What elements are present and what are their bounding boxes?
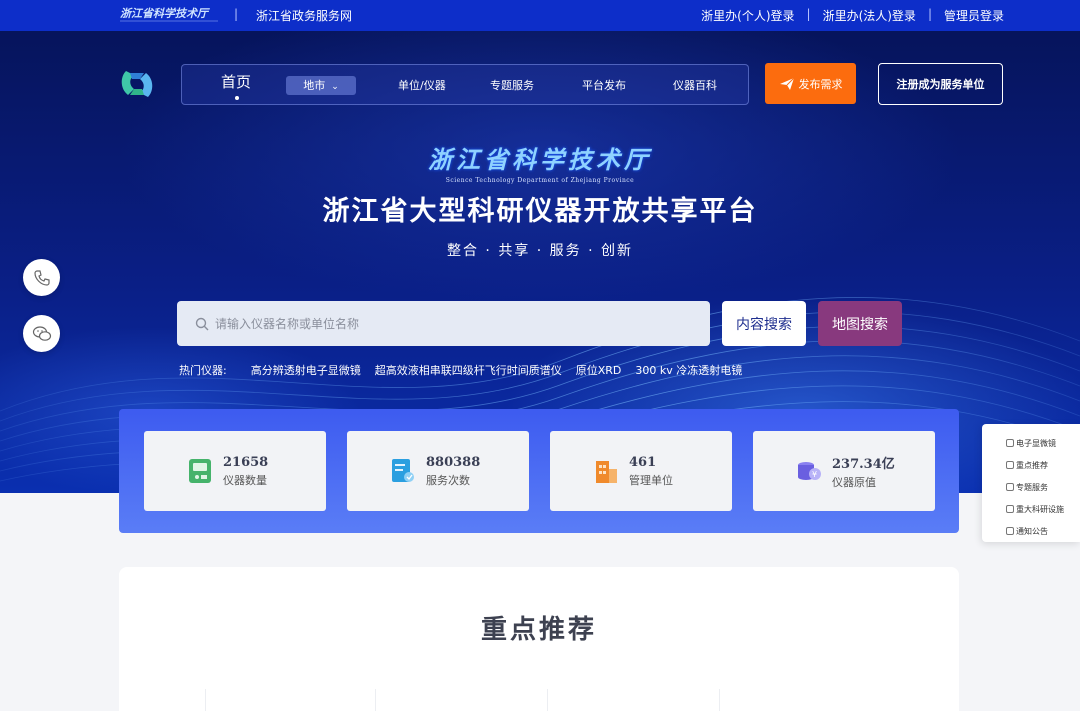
active-indicator bbox=[235, 96, 239, 100]
search-icon bbox=[195, 317, 209, 330]
divider bbox=[719, 689, 720, 711]
nav-home-label: 首页 bbox=[221, 73, 252, 91]
quick-nav-topics[interactable]: 专题服务 bbox=[982, 476, 1080, 498]
stat-label: 服务次数 bbox=[426, 473, 470, 487]
topbar-divider: | bbox=[234, 7, 239, 21]
nav-item-wiki[interactable]: 仪器百科 bbox=[673, 65, 717, 106]
stat-label: 管理单位 bbox=[629, 473, 673, 487]
facility-icon bbox=[1006, 505, 1014, 513]
hot-label: 热门仪器: bbox=[179, 364, 227, 377]
stat-card-services[interactable]: 880388 服务次数 bbox=[347, 431, 529, 511]
divider bbox=[547, 689, 548, 711]
slogan: 整合 · 共享 · 服务 · 创新 bbox=[446, 243, 634, 259]
nav-item-units[interactable]: 单位/仪器 bbox=[398, 65, 446, 106]
search-bar bbox=[177, 301, 710, 346]
section-title: 重点推荐 bbox=[480, 615, 597, 645]
star-icon bbox=[1006, 461, 1014, 469]
publish-demand-label: 发布需求 bbox=[798, 77, 843, 91]
quick-nav-label: 通知公告 bbox=[1016, 526, 1048, 536]
nav-home[interactable]: 首页 bbox=[221, 65, 251, 106]
page-title: 浙江省大型科研仪器开放共享平台 bbox=[322, 196, 758, 227]
quick-nav-label: 电子显微镜 bbox=[1016, 438, 1056, 448]
govnet-link[interactable]: 浙江省政务服务网 bbox=[256, 7, 352, 24]
login-admin-link[interactable]: 管理员登录 bbox=[944, 7, 1004, 24]
send-icon bbox=[779, 77, 794, 90]
hot-item-cryo-em[interactable]: 300 kv 冷冻透射电镜 bbox=[635, 362, 742, 378]
stat-card-units[interactable]: 461 管理单位 bbox=[550, 431, 732, 511]
gov-logo-text: 浙江省科学技术厅 bbox=[120, 7, 210, 20]
divider bbox=[205, 689, 206, 711]
top-bar: 浙江省科学技术厅 | 浙江省政务服务网 浙里办(个人)登录 | 浙里办(法人)登… bbox=[0, 0, 1080, 31]
quick-nav-notices[interactable]: 通知公告 bbox=[982, 520, 1080, 542]
microscope-icon bbox=[1006, 439, 1014, 447]
hot-item-xrd[interactable]: 原位XRD bbox=[576, 362, 622, 378]
register-service-unit-button[interactable]: 注册成为服务单位 bbox=[878, 63, 1003, 105]
stat-value: 880388 bbox=[426, 454, 481, 470]
stat-value: 21658 bbox=[223, 454, 269, 470]
quick-nav-panel: 电子显微镜 重点推荐 专题服务 重大科研设施 通知公告 bbox=[982, 424, 1080, 542]
login-personal-link[interactable]: 浙里办(个人)登录 bbox=[701, 7, 794, 24]
stat-value: 461 bbox=[629, 454, 657, 470]
hot-instruments: 热门仪器: 高分辨透射电子显微镜 超高效液相串联四级杆飞行时间质谱仪 原位XRD… bbox=[179, 362, 756, 378]
search-input[interactable] bbox=[215, 316, 695, 331]
hot-item-tem[interactable]: 高分辨透射电子显微镜 bbox=[251, 362, 361, 378]
login-legal-link[interactable]: 浙里办(法人)登录 bbox=[823, 7, 916, 24]
phone-button[interactable] bbox=[23, 259, 60, 296]
instrument-icon bbox=[189, 459, 211, 483]
wechat-button[interactable] bbox=[23, 315, 60, 352]
service-icon bbox=[1006, 483, 1014, 491]
login-links: 浙里办(个人)登录 | 浙里办(法人)登录 | 管理员登录 bbox=[701, 7, 1004, 24]
stat-value: 237.34亿 bbox=[832, 456, 895, 472]
recommend-section: 重点推荐 bbox=[119, 567, 959, 711]
map-search-button[interactable]: 地图搜索 bbox=[818, 301, 902, 346]
coins-icon: ¥ bbox=[798, 462, 821, 480]
notice-icon bbox=[1006, 527, 1014, 535]
publish-demand-button[interactable]: 发布需求 bbox=[765, 63, 856, 104]
nav-item-topics[interactable]: 专题服务 bbox=[490, 65, 534, 106]
quick-nav-facilities[interactable]: 重大科研设施 bbox=[982, 498, 1080, 520]
divider bbox=[375, 689, 376, 711]
gov-logo[interactable]: 浙江省科学技术厅 bbox=[120, 6, 222, 25]
content-search-button[interactable]: 内容搜索 bbox=[722, 301, 806, 346]
stat-card-instruments[interactable]: 21658 仪器数量 bbox=[144, 431, 326, 511]
phone-icon bbox=[33, 269, 50, 286]
dept-calligraphy-logo: 浙江省科学技术厅 bbox=[428, 145, 652, 174]
quick-nav-label: 重大科研设施 bbox=[1016, 504, 1064, 514]
nav-city-dropdown[interactable]: 地市 ⌄ bbox=[286, 76, 356, 95]
nav-item-publish[interactable]: 平台发布 bbox=[582, 65, 626, 106]
stat-label: 仪器原值 bbox=[832, 475, 876, 489]
wechat-icon bbox=[32, 325, 51, 341]
stat-card-value[interactable]: ¥ 237.34亿 仪器原值 bbox=[753, 431, 935, 511]
hot-item-qtof[interactable]: 超高效液相串联四级杆飞行时间质谱仪 bbox=[375, 362, 562, 378]
login-divider: | bbox=[806, 7, 811, 21]
svg-text:¥: ¥ bbox=[812, 470, 817, 479]
stats-panel: 21658 仪器数量 880388 服务次数 461 管理单位 ¥ 237.34… bbox=[119, 409, 959, 533]
nav-city-label: 地市 bbox=[303, 79, 326, 92]
quick-nav-recommend[interactable]: 重点推荐 bbox=[982, 454, 1080, 476]
service-icon bbox=[392, 459, 414, 482]
platform-logo-icon[interactable] bbox=[118, 67, 156, 101]
chevron-down-icon: ⌄ bbox=[331, 82, 339, 92]
login-divider: | bbox=[927, 7, 932, 21]
quick-nav-electron-microscope[interactable]: 电子显微镜 bbox=[982, 432, 1080, 454]
stat-label: 仪器数量 bbox=[223, 473, 267, 487]
building-icon bbox=[596, 461, 617, 483]
quick-nav-label: 重点推荐 bbox=[1016, 460, 1048, 470]
dept-english-name: Science Technology Department of Zhejian… bbox=[445, 177, 635, 184]
main-nav: 首页 地市 ⌄ 单位/仪器 专题服务 平台发布 仪器百科 bbox=[181, 64, 749, 105]
quick-nav-label: 专题服务 bbox=[1016, 482, 1048, 492]
